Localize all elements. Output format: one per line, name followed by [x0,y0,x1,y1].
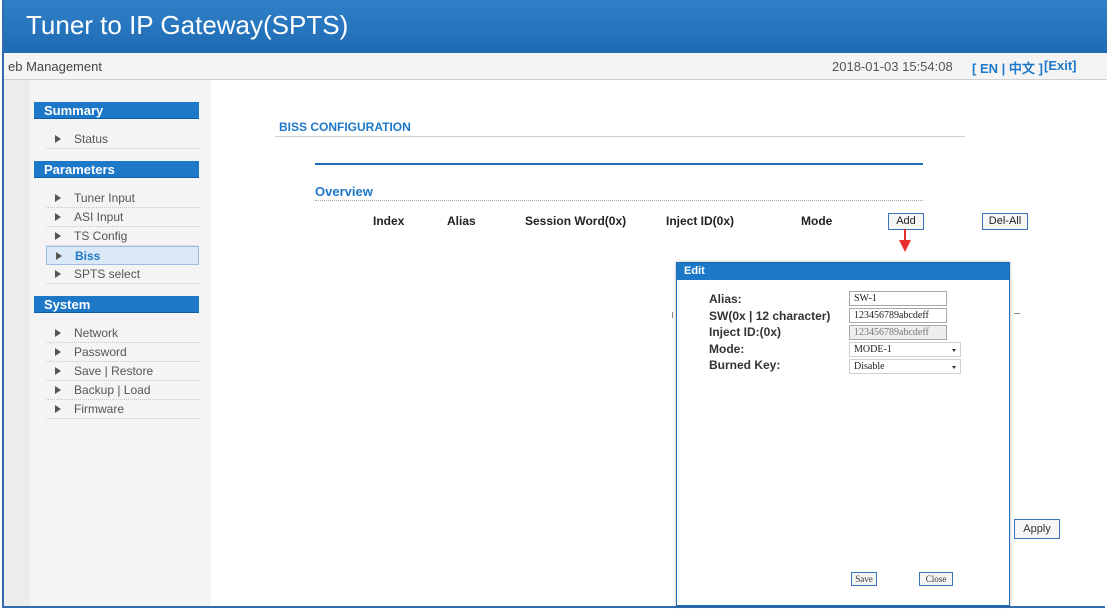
lang-bracket-open: [ [972,61,977,76]
chevron-down-icon [952,349,956,352]
red-arrow-head-icon [899,240,911,252]
exit-link[interactable]: [Exit] [1044,58,1077,73]
triangle-right-icon [55,135,61,143]
triangle-right-icon [55,194,61,202]
triangle-right-icon [55,329,61,337]
lang-en-link[interactable]: EN [980,61,998,76]
triangle-right-icon [55,270,61,278]
background-table-edge [672,312,673,318]
lang-cn-link[interactable]: 中文 [1009,61,1035,76]
burned-key-select-value: Disable [854,361,885,372]
triangle-right-icon [55,232,61,240]
section-divider [315,163,923,165]
triangle-right-icon [55,386,61,394]
column-header-alias: Alias [447,214,476,228]
mode-select[interactable]: MODE-1 [849,342,961,357]
add-button[interactable]: Add [888,213,924,230]
apply-button[interactable]: Apply [1014,519,1060,539]
sidebar-item-asi-input[interactable]: ASI Input [46,208,199,227]
sidebar-item-ts-config[interactable]: TS Config [46,227,199,246]
background-table-edge [1014,313,1020,314]
burned-key-label: Burned Key: [709,358,781,372]
sidebar-item-label: ASI Input [74,210,124,224]
sidebar-item-label: SPTS select [74,267,141,281]
left-pane: Summary Status Parameters Tuner Input AS… [30,80,211,606]
sidebar-item-tuner-input[interactable]: Tuner Input [46,189,199,208]
triangle-right-icon [55,348,61,356]
main-content: BISS CONFIGURATION Overview Index Alias … [211,80,1107,606]
save-button[interactable]: Save [851,572,877,586]
alias-label: Alias: [709,292,742,306]
inject-id-label: Inject ID:(0x) [709,325,782,339]
lang-bracket-close: ] [1038,61,1043,76]
overview-heading: Overview [315,184,373,199]
section-parameters-items: Tuner Input ASI Input TS Config Biss SPT… [34,178,199,296]
sidebar-item-label: Firmware [74,402,124,416]
page-title: BISS CONFIGURATION [279,120,411,134]
sidebar-item-save-restore[interactable]: Save | Restore [46,362,199,381]
sidebar-item-network[interactable]: Network [46,324,199,343]
alias-input[interactable]: SW-1 [849,291,947,306]
overview-divider [315,200,923,201]
session-word-label: SW(0x | 12 character) [709,309,831,323]
close-button[interactable]: Close [919,572,953,586]
management-label: eb Management [8,59,102,74]
sidebar-item-label: TS Config [74,229,128,243]
sidebar-item-label: Biss [75,249,101,263]
lang-separator: | [1001,61,1006,76]
sidebar-item-biss[interactable]: Biss [46,246,199,265]
section-header-system: System [34,296,199,313]
language-switcher: [ EN | 中文 ] [972,58,1043,77]
section-system-items: Network Password Save | Restore Backup |… [34,313,199,431]
edit-dialog: Edit Alias: SW-1 SW(0x | 12 character) 1… [676,262,1010,606]
sidebar-item-label: Backup | Load [74,383,151,397]
dialog-title: Edit [677,263,1009,280]
datetime-display: 2018-01-03 15:54:08 [832,59,953,74]
menu-bar: eb Management 2018-01-03 15:54:08 [ EN |… [4,53,1107,80]
sidebar-item-firmware[interactable]: Firmware [46,400,199,419]
app-window: Tuner to IP Gateway(SPTS) eb Management … [2,0,1107,608]
sidebar-item-backup-load[interactable]: Backup | Load [46,381,199,400]
chevron-down-icon [952,366,956,369]
column-header-inject-id: Inject ID(0x) [666,214,735,228]
sidebar: Summary Status Parameters Tuner Input AS… [34,102,199,431]
section-header-parameters: Parameters [34,161,199,178]
del-all-button[interactable]: Del-All [982,213,1028,230]
triangle-right-icon [55,405,61,413]
title-bar: Tuner to IP Gateway(SPTS) [4,0,1107,53]
triangle-right-icon [55,213,61,221]
column-header-session-word: Session Word(0x) [525,214,627,228]
triangle-right-icon [56,252,62,260]
sidebar-item-label: Save | Restore [74,364,154,378]
column-header-mode: Mode [801,214,833,228]
section-header-summary: Summary [34,102,199,119]
section-summary-items: Status [34,119,199,161]
sidebar-item-label: Status [74,132,109,146]
sidebar-item-status[interactable]: Status [46,130,199,149]
mode-select-value: MODE-1 [854,344,892,355]
inject-id-input: 123456789abcdeff [849,325,947,340]
app-title: Tuner to IP Gateway(SPTS) [26,10,349,40]
burned-key-select[interactable]: Disable [849,359,961,374]
sidebar-item-label: Tuner Input [74,191,135,205]
session-word-input[interactable]: 123456789abcdeff [849,308,947,323]
sidebar-item-label: Password [74,345,127,359]
triangle-right-icon [55,367,61,375]
sidebar-item-spts-select[interactable]: SPTS select [46,265,199,284]
sidebar-item-label: Network [74,326,119,340]
sidebar-item-password[interactable]: Password [46,343,199,362]
column-header-index: Index [373,214,405,228]
title-divider [275,136,965,137]
mode-label: Mode: [709,342,745,356]
